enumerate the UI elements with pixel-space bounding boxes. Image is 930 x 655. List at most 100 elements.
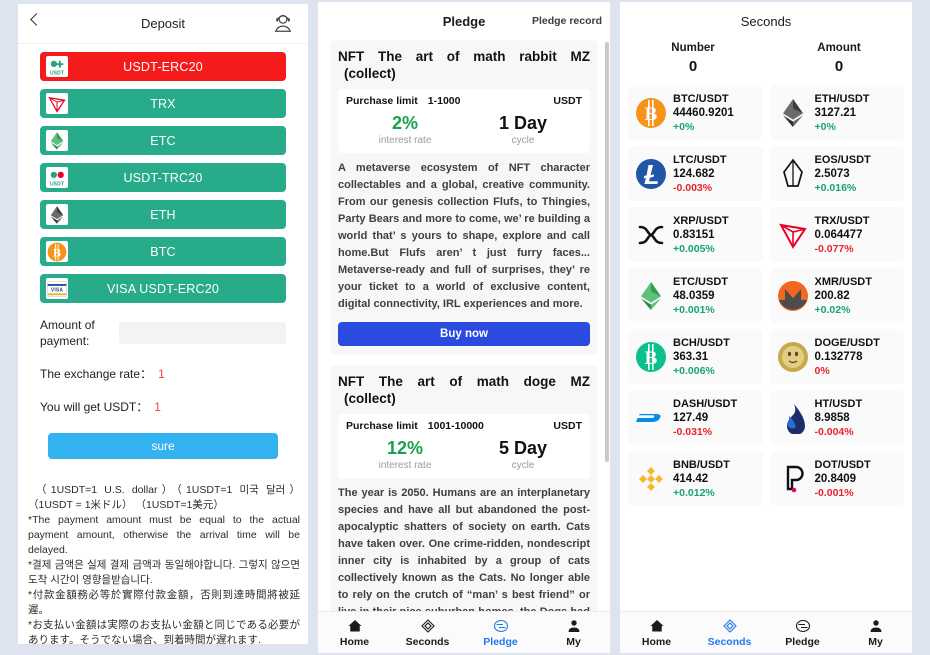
sure-button[interactable]: sure [48, 433, 278, 459]
binance-coin-icon [634, 462, 668, 496]
exchange-rate-value: 1 [158, 367, 165, 381]
pledge-card-title-sub: (collect) [344, 391, 396, 406]
ticker-card[interactable]: B BCH/USDT 363.31 +0.006% [628, 329, 763, 384]
ticker-card[interactable]: B BTC/USDT 44460.9201 +0% [628, 85, 763, 140]
ticker-pair: TRX/USDT [814, 214, 870, 227]
ticker-card[interactable]: XMR/USDT 200.82 +0.02% [769, 268, 904, 323]
ticker-price: 44460.9201 [673, 106, 734, 119]
pledge-card-description: A metaverse ecosystem of NFT character c… [338, 162, 590, 310]
tab-home[interactable]: Home [620, 617, 693, 648]
tab-seconds[interactable]: Seconds [693, 617, 766, 648]
dash-icon [634, 401, 668, 435]
ticker-price: 2.5073 [814, 167, 850, 180]
tab-my[interactable]: My [839, 617, 912, 648]
purchase-limit-label: Purchase limit [346, 420, 418, 432]
ticker-grid: B BTC/USDT 44460.9201 +0% ETH/USDT 3127.21 +0%… [620, 85, 912, 506]
ticker-pair: LTC/USDT [673, 153, 727, 166]
summary-value: 0 [688, 58, 698, 75]
ticker-card[interactable]: ETC/USDT 48.0359 +0.001% [628, 268, 763, 323]
ticker-change: +0.005% [673, 242, 715, 255]
purchase-limit-label: Purchase limit [346, 95, 418, 107]
pledge-card[interactable]: NFT The art of math rabbit MZ (collect) Pu… [330, 40, 598, 355]
interest-rate-value: 12% [386, 438, 424, 458]
screenshot-root: Deposit USDT USDT-ERC20 TRX ETC USDT USDT-TRC… [0, 0, 930, 655]
pledge-card-list: NFT The art of math rabbit MZ (collect) Pu… [318, 40, 610, 653]
ticker-card[interactable]: XRP/USDT 0.83151 +0.005% [628, 207, 763, 262]
svg-text:B: B [645, 348, 658, 369]
ticker-pair: DOGE/USDT [814, 336, 880, 349]
seconds-diamond-icon [693, 617, 766, 634]
purchase-limit-value: 1-1000 [427, 95, 461, 107]
ticker-pair: EOS/USDT [814, 153, 871, 166]
tab-pledge[interactable]: Pledge [766, 617, 839, 648]
ticker-price: 8.9858 [814, 411, 850, 424]
buy-now-button[interactable]: Buy now [338, 322, 590, 346]
tab-home[interactable]: Home [318, 617, 391, 648]
usdt-erc20-icon: USDT [46, 56, 68, 77]
ticker-card[interactable]: TRX/USDT 0.064477 -0.077% [769, 207, 904, 262]
tab-label: My [868, 636, 883, 648]
deposit-channel-usdt-erc20[interactable]: USDT USDT-ERC20 [40, 52, 286, 81]
pledge-screen: Pledge Pledge record NFT The art of math… [318, 2, 610, 653]
interest-rate-caption: interest rate [378, 135, 432, 146]
dogecoin-icon [776, 340, 810, 374]
tab-pledge[interactable]: Pledge [464, 617, 537, 648]
deposit-screen: Deposit USDT USDT-ERC20 TRX ETC USDT USDT-TRC… [18, 4, 308, 644]
deposit-channel-etc[interactable]: ETC [40, 126, 286, 155]
ticker-change: +0.006% [673, 364, 715, 377]
ticker-card[interactable]: LTC/USDT 124.682 -0.003% [628, 146, 763, 201]
pledge-record-link[interactable]: Pledge record [532, 15, 602, 27]
deposit-channel-list: USDT USDT-ERC20 TRX ETC USDT USDT-TRC20 ETH B BT… [18, 44, 308, 303]
tab-label: Pledge [785, 636, 820, 648]
summary-amount: Amount 0 [766, 42, 912, 75]
tron-icon [46, 93, 68, 114]
ticker-card[interactable]: DOGE/USDT 0.132778 0% [769, 329, 904, 384]
vertical-scrollbar[interactable] [605, 42, 609, 462]
interest-rate-value: 2% [391, 113, 418, 133]
pledge-card-stats: Purchase limit 1-1000 USDT 2% interest rate 1… [338, 89, 590, 153]
ticker-pair: ETC/USDT [673, 275, 728, 288]
amount-label: Amount of payment: [40, 318, 95, 348]
ticker-card[interactable]: HT/USDT 8.9858 -0.004% [769, 390, 904, 445]
amount-input[interactable] [119, 322, 286, 344]
ticker-pair: BCH/USDT [673, 336, 730, 349]
ticker-card[interactable]: ETH/USDT 3127.21 +0% [769, 85, 904, 140]
currency-label: USDT [553, 420, 582, 432]
legal-note-4: *お支払い金額は実際のお支払い金額と同じである必要があります。そうでない場合、到… [28, 619, 300, 644]
pledge-card[interactable]: NFT The art of math doge MZ (collect) Purc… [330, 365, 598, 653]
customer-service-avatar-icon[interactable] [272, 12, 294, 39]
ticker-card[interactable]: BNB/USDT 414.42 +0.012% [628, 451, 763, 506]
huobi-token-icon [776, 401, 810, 435]
purchase-limit-value: 1001-10000 [427, 420, 484, 432]
tab-my[interactable]: My [537, 617, 610, 648]
ticker-pair: DASH/USDT [673, 397, 738, 410]
ticker-card[interactable]: DOT/USDT 20.8409 -0.001% [769, 451, 904, 506]
ripple-icon [634, 218, 668, 252]
litecoin-icon [634, 157, 668, 191]
monero-icon [776, 279, 810, 313]
ticker-change: +0% [814, 120, 836, 133]
page-title: Seconds [740, 13, 792, 29]
deposit-channel-trx[interactable]: TRX [40, 89, 286, 118]
ticker-change: +0% [673, 120, 695, 133]
deposit-channel-usdt-trc20[interactable]: USDT USDT-TRC20 [40, 163, 286, 192]
deposit-channel-btc[interactable]: B BTC [40, 237, 286, 266]
ticker-price: 200.82 [814, 289, 850, 302]
pledge-card-stats: Purchase limit 1001-10000 USDT 12% interest … [338, 414, 590, 478]
svg-text:USDT: USDT [50, 181, 64, 187]
ticker-card[interactable]: EOS/USDT 2.5073 +0.016% [769, 146, 904, 201]
ticker-change: -0.077% [814, 242, 854, 255]
tab-seconds[interactable]: Seconds [391, 617, 464, 648]
legal-note-2: *결제 금액은 실제 결제 금액과 동일해야합니다. 그렇지 않으면 도착 시간… [28, 559, 300, 586]
deposit-channel-label: VISA USDT-ERC20 [106, 281, 220, 296]
deposit-channel-eth[interactable]: ETH [40, 200, 286, 229]
tab-label: Pledge [483, 636, 518, 648]
bitcoin-icon: B [46, 241, 68, 262]
pledge-card-title-main: NFT The art of math doge MZ [338, 374, 590, 389]
deposit-channel-visa-usdt-erc20[interactable]: VISA VISA USDT-ERC20 [40, 274, 286, 303]
user-icon [537, 617, 610, 634]
tab-label: My [566, 636, 581, 648]
ticker-card[interactable]: DASH/USDT 127.49 -0.031% [628, 390, 763, 445]
ticker-pair: XRP/USDT [673, 214, 729, 227]
bottom-tab-bar: Home Seconds Pledge My [620, 611, 912, 653]
